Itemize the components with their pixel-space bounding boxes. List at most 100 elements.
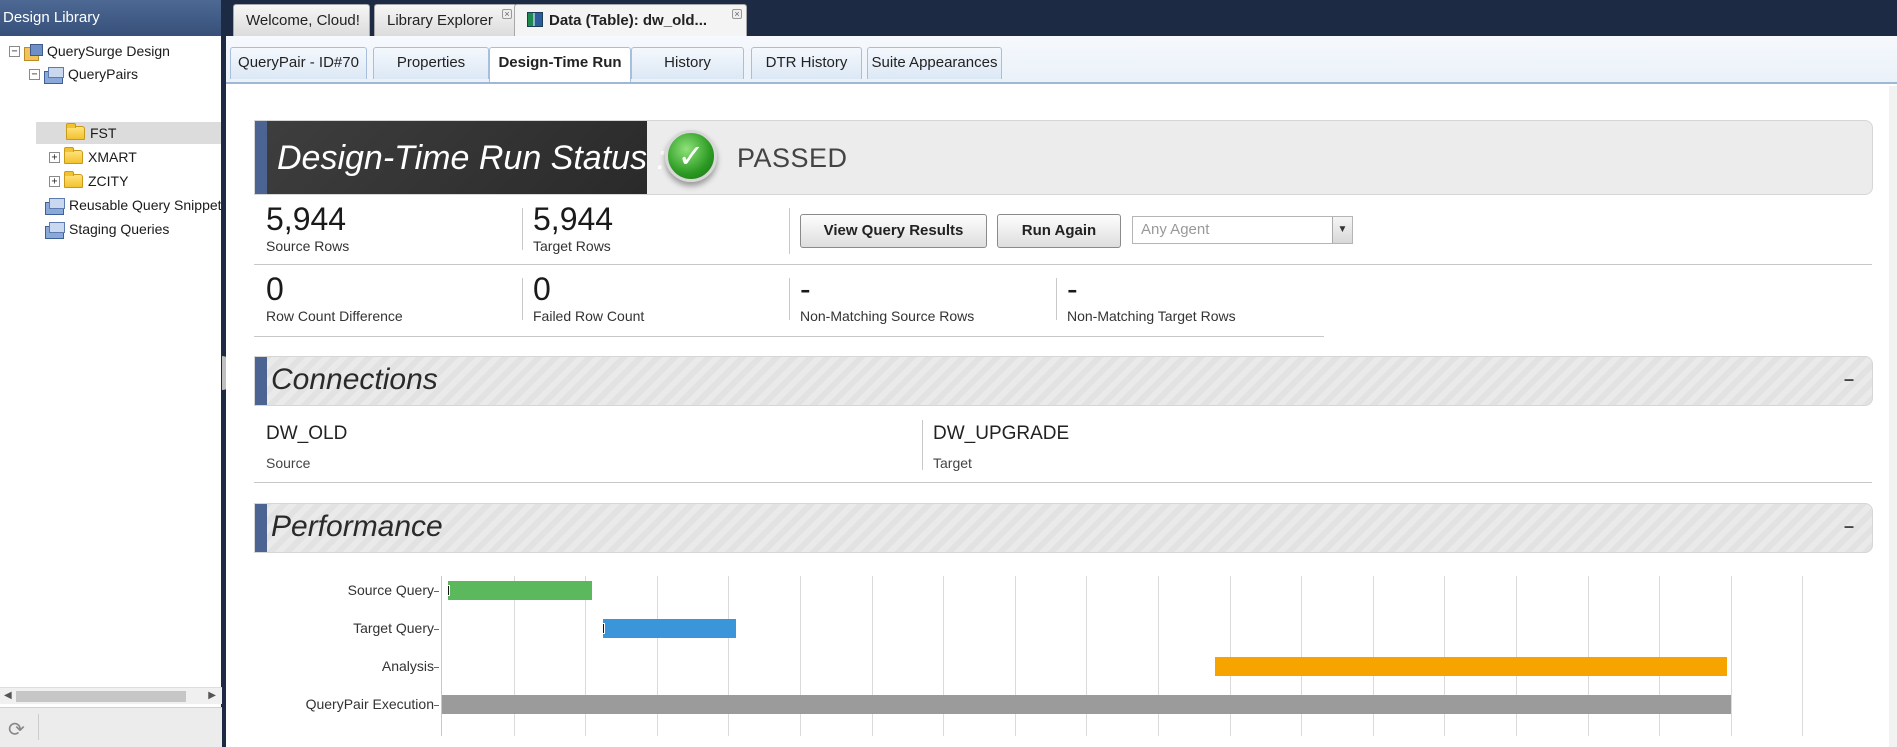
tree-horizontal-scrollbar[interactable]: ◀ ▶ [0, 687, 222, 704]
collapse-icon[interactable]: − [9, 45, 20, 57]
expand-icon[interactable]: + [49, 175, 60, 187]
tab-label: Welcome, Cloud! [246, 12, 360, 29]
tab-history[interactable]: History [631, 47, 744, 79]
gridline [1802, 576, 1804, 736]
divider [1056, 278, 1057, 320]
minimize-icon[interactable]: – [1844, 369, 1854, 390]
divider [922, 420, 923, 470]
content-panel: QueryPair - ID#70 Properties Design-Time… [226, 36, 1897, 747]
tab-label: Data (Table): dw_old... [549, 12, 708, 29]
tab-design-time-run[interactable]: Design-Time Run [489, 47, 631, 82]
querypairs-icon [44, 66, 64, 84]
performance-header[interactable]: Performance – [254, 503, 1873, 553]
connections-header[interactable]: Connections – [254, 356, 1873, 406]
section-title: Connections [271, 363, 438, 396]
gridline [1730, 576, 1732, 736]
tree-node-label: XMART [88, 149, 137, 165]
tree-node-querypairs[interactable]: − QueryPairs [29, 63, 138, 85]
close-icon[interactable]: × [732, 9, 742, 19]
bar-analysis[interactable] [1215, 657, 1728, 676]
metric-label: Row Count Difference [266, 308, 403, 324]
tab-welcome[interactable]: Welcome, Cloud! [233, 4, 370, 36]
status-result: PASSED [737, 143, 848, 173]
view-query-results-button[interactable]: View Query Results [800, 214, 987, 248]
tree-node-label: QueryPairs [68, 66, 139, 82]
tree-node-label: FST [90, 125, 117, 141]
folder-icon [66, 123, 85, 140]
collapse-icon[interactable]: − [29, 68, 40, 80]
selected-row-highlight [36, 122, 221, 144]
scroll-left-icon[interactable]: ◀ [4, 690, 12, 701]
design-library-panel: Design Library − QuerySurge Design − Que… [0, 0, 223, 747]
metric-source-rows: 5,944 Source Rows [266, 202, 349, 254]
tab-library-explorer[interactable]: Library Explorer × [374, 4, 517, 36]
tree-node-xmart[interactable]: + XMART [49, 146, 137, 168]
status-title-box: Design-Time Run Status : [267, 121, 666, 194]
accent-bar [255, 357, 267, 405]
tab-suite-appearances[interactable]: Suite Appearances [867, 47, 1002, 79]
metric-label: Failed Row Count [533, 308, 645, 324]
close-icon[interactable]: × [502, 9, 512, 19]
metric-value: 0 [533, 271, 551, 307]
tree-node-querysurge-design[interactable]: − QuerySurge Design [9, 40, 170, 62]
run-again-button[interactable]: Run Again [997, 214, 1121, 248]
tab-data-table[interactable]: Data (Table): dw_old... × [514, 4, 747, 36]
tree-node-label: ZCITY [88, 173, 129, 189]
source-connection-label: Source [266, 455, 311, 471]
tree-node-zcity[interactable]: + ZCITY [49, 170, 128, 192]
document-tab-bar: Welcome, Cloud! Library Explorer × Data … [226, 0, 1897, 36]
tree-node-label: Staging Queries [69, 221, 170, 237]
tree-node-staging-queries[interactable]: Staging Queries [45, 218, 169, 240]
metric-target-rows: 5,944 Target Rows [533, 202, 613, 254]
metric-label: Non-Matching Source Rows [800, 308, 975, 324]
metric-value: 5,944 [266, 201, 347, 237]
scroll-right-icon[interactable]: ▶ [208, 690, 216, 701]
refresh-icon[interactable]: ⟳ [8, 717, 25, 742]
accent-bar [255, 121, 267, 194]
table-icon [527, 12, 543, 27]
tab-dtr-history[interactable]: DTR History [751, 47, 862, 79]
y-tick [434, 667, 439, 668]
expand-icon[interactable]: + [49, 151, 60, 163]
category-label-analysis: Analysis [381, 658, 434, 674]
snippets-icon [45, 197, 65, 215]
bar-source-query[interactable] [447, 581, 593, 600]
metric-row-count-difference: 0 Row Count Difference [266, 272, 403, 324]
chevron-down-icon[interactable]: ▼ [1332, 217, 1352, 243]
category-label-target-query: Target Query [353, 620, 434, 636]
metric-label: Non-Matching Target Rows [1067, 308, 1236, 324]
agent-select-value: Any Agent [1141, 221, 1210, 238]
tab-properties[interactable]: Properties [373, 47, 489, 79]
start-marker [446, 585, 450, 596]
target-connection-name: DW_UPGRADE [933, 423, 1070, 444]
metric-value: - [1067, 271, 1078, 307]
metric-failed-row-count: 0 Failed Row Count [533, 272, 644, 324]
agent-select[interactable]: Any Agent ▼ [1132, 216, 1353, 244]
divider [38, 714, 39, 740]
tab-querypair[interactable]: QueryPair - ID#70 [230, 47, 367, 79]
tree-node-label: Reusable Query Snippets [69, 197, 221, 213]
divider [789, 208, 790, 254]
divider [254, 482, 1872, 483]
metric-value: - [800, 271, 811, 307]
category-label-querypair-execution: QueryPair Execution [305, 696, 434, 712]
metric-non-matching-source-rows: - Non-Matching Source Rows [800, 272, 974, 324]
target-connection-label: Target [933, 455, 972, 471]
minimize-icon[interactable]: – [1844, 516, 1854, 537]
metric-label: Source Rows [266, 238, 350, 254]
metric-value: 5,944 [533, 201, 614, 237]
y-tick [434, 629, 439, 630]
panel-footer: ⟳ [0, 707, 222, 747]
tree-node-label: QuerySurge Design [47, 43, 170, 59]
tree-node-reusable-query-snippets[interactable]: Reusable Query Snippets [45, 194, 221, 216]
y-tick [434, 705, 439, 706]
metric-label: Target Rows [533, 238, 611, 254]
bar-querypair-execution[interactable] [442, 695, 1731, 714]
project-icon [24, 43, 43, 61]
library-tree: − QuerySurge Design − QueryPairs FST + X… [0, 36, 221, 685]
bar-target-query[interactable] [603, 619, 736, 638]
scrollbar-thumb[interactable] [16, 691, 186, 702]
folder-icon [64, 171, 83, 188]
divider [789, 278, 790, 320]
tree-node-fst[interactable]: FST [66, 122, 116, 144]
